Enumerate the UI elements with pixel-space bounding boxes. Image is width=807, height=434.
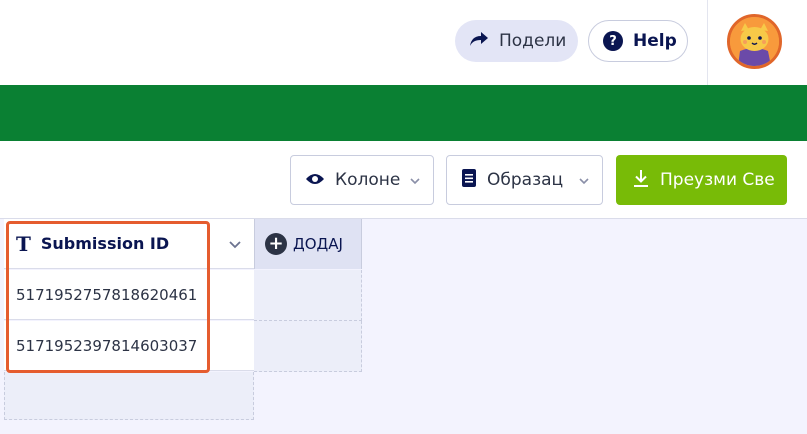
download-all-button[interactable]: Преузми Све [616, 155, 787, 205]
form-header-bar [0, 85, 807, 141]
help-button[interactable]: ? Help [588, 20, 688, 62]
empty-cell [254, 321, 362, 372]
help-button-label: Help [633, 31, 677, 51]
column-menu-chevron-icon[interactable] [228, 236, 242, 255]
cat-avatar-icon [730, 17, 779, 66]
share-button-label: Подели [499, 31, 567, 51]
column-header-submission-id[interactable]: T Submission ID [4, 219, 254, 269]
user-avatar[interactable] [727, 14, 782, 69]
download-icon [632, 168, 650, 192]
header-divider [707, 0, 708, 85]
share-button[interactable]: Подели [455, 20, 578, 62]
eye-icon [305, 171, 325, 190]
top-navigation-bar: Подели ? Help [0, 0, 807, 85]
help-question-icon: ? [603, 31, 623, 51]
table-cell[interactable]: 5171952397814603037 [4, 321, 254, 371]
plus-circle-icon: + [265, 233, 287, 255]
document-icon [461, 168, 477, 192]
table-toolbar: Колоне Образац Преузми Све [0, 141, 807, 219]
columns-dropdown-button[interactable]: Колоне [290, 155, 434, 205]
empty-row [4, 372, 254, 420]
chevron-down-icon [409, 172, 421, 191]
download-all-label: Преузми Све [660, 170, 775, 190]
submissions-grid: T Submission ID + ДОДАЈ 5171952757818620… [0, 219, 807, 434]
column-header-label: Submission ID [40, 234, 170, 253]
form-dropdown-button[interactable]: Образац [446, 155, 603, 205]
add-column-label: ДОДАЈ [293, 235, 343, 253]
empty-cell [254, 270, 362, 321]
add-column-button[interactable]: + ДОДАЈ [254, 219, 362, 269]
form-button-label: Образац [487, 170, 564, 190]
table-cell[interactable]: 5171952757818620461 [4, 270, 254, 320]
text-type-icon: T [16, 231, 31, 256]
columns-button-label: Колоне [335, 170, 401, 190]
chevron-down-icon [578, 172, 590, 191]
share-arrow-icon [469, 31, 489, 51]
